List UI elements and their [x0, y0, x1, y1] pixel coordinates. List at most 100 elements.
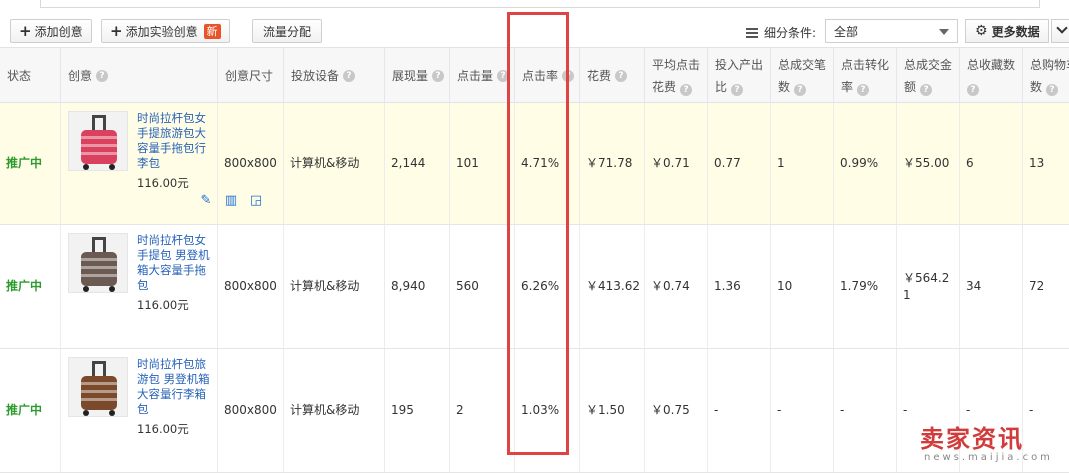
- list-icon: [746, 27, 758, 38]
- help-icon[interactable]: ?: [432, 70, 445, 82]
- status-badge: 推广中: [6, 279, 43, 293]
- cell-clicks: 101: [449, 103, 514, 224]
- cell-impressions: 2,144: [384, 103, 449, 224]
- help-icon[interactable]: ?: [967, 84, 979, 96]
- cell-gmv: ￥564.21: [896, 225, 959, 348]
- header-gmv[interactable]: 总成交金额?: [896, 48, 959, 104]
- product-thumbnail[interactable]: [68, 357, 128, 417]
- header-creative: 创意?: [60, 48, 217, 104]
- cell-cost: ￥1.50: [579, 349, 644, 472]
- add-experiment-label: 添加实验创意: [125, 24, 198, 39]
- header-size-label: 创意尺寸: [225, 69, 274, 83]
- header-size: 创意尺寸: [217, 48, 283, 104]
- header-cart-line1: 总购物车: [1030, 58, 1069, 72]
- header-orders[interactable]: 总成交笔数?: [770, 48, 833, 104]
- cell-orders: 10: [770, 225, 833, 348]
- header-clicks-label: 点击量: [457, 69, 494, 83]
- cell-orders: 1: [770, 103, 833, 224]
- cell-fav: 34: [959, 225, 1022, 348]
- cell-impressions: 195: [384, 349, 449, 472]
- plus-icon: +: [19, 21, 32, 40]
- header-impressions[interactable]: 展现量?: [384, 48, 449, 104]
- creative-cell: 时尚拉杆包旅游包 男登机箱 大容量行李箱包 116.00元: [60, 349, 217, 472]
- cell-size: 800x800: [217, 103, 283, 224]
- traffic-split-label: 流量分配: [263, 24, 312, 39]
- help-icon[interactable]: ?: [615, 70, 628, 82]
- cell-roi: 1.36: [707, 225, 770, 348]
- header-avg-cpc-line1: 平均点击: [652, 58, 701, 72]
- traffic-split-button[interactable]: 流量分配: [252, 19, 323, 43]
- product-thumbnail[interactable]: [68, 111, 128, 171]
- watermark-main: 卖家资讯: [920, 425, 1024, 453]
- help-icon[interactable]: ?: [343, 70, 356, 82]
- more-data-label: 更多数据: [991, 24, 1040, 39]
- top-strip: [0, 0, 1069, 10]
- cell-impressions: 8,940: [384, 225, 449, 348]
- caret-down-icon: [939, 29, 949, 35]
- edit-icon[interactable]: ✎: [199, 194, 213, 208]
- header-conv-line1: 点击转化: [841, 58, 890, 72]
- watermark: 卖家资讯 news.maijia.com: [920, 426, 1053, 463]
- more-data-dropdown[interactable]: [1051, 19, 1069, 43]
- header-roi-line1: 投入产出: [715, 58, 764, 72]
- header-avg-cpc[interactable]: 平均点击花费?: [644, 48, 707, 104]
- help-icon[interactable]: ?: [920, 84, 933, 96]
- cell-size: 800x800: [217, 349, 283, 472]
- cell-roi: 0.77: [707, 103, 770, 224]
- creative-price: 116.00元: [137, 298, 189, 312]
- help-icon[interactable]: ?: [857, 84, 870, 96]
- header-roi[interactable]: 投入产出比?: [707, 48, 770, 104]
- status-badge: 推广中: [6, 156, 43, 170]
- header-status: 状态: [0, 48, 60, 104]
- gear-icon: ⚙: [975, 23, 988, 39]
- help-icon[interactable]: ?: [731, 84, 744, 96]
- header-gmv-line1: 总成交金: [904, 58, 953, 72]
- header-clicks[interactable]: 点击量?: [449, 48, 514, 104]
- cell-conv: -: [833, 349, 896, 472]
- cell-roi: -: [707, 349, 770, 472]
- header-creative-label: 创意: [68, 69, 93, 83]
- filter-select[interactable]: 全部: [825, 19, 958, 43]
- header-impressions-label: 展现量: [392, 69, 429, 83]
- cell-avg-cpc: ￥0.71: [644, 103, 707, 224]
- filter-label-text: 细分条件:: [764, 26, 817, 40]
- cell-device: 计算机&移动: [283, 225, 384, 348]
- creative-title-link[interactable]: 时尚拉杆包旅游包 男登机箱 大容量行李箱包: [137, 357, 211, 417]
- cell-avg-cpc: ￥0.74: [644, 225, 707, 348]
- header-device-label: 投放设备: [291, 69, 340, 83]
- header-orders-line2: 数: [778, 80, 791, 94]
- help-icon[interactable]: ?: [1046, 84, 1059, 96]
- creative-title-link[interactable]: 时尚拉杆包女手提包 男登机箱大容量手拖包: [137, 233, 211, 293]
- creative-title-link[interactable]: 时尚拉杆包女手提旅游包大容量手拖包行李包: [137, 111, 211, 171]
- header-cart[interactable]: 总购物车数?: [1022, 48, 1069, 104]
- cell-orders: -: [770, 349, 833, 472]
- header-roi-line2: 比: [715, 80, 728, 94]
- cell-conv: 0.99%: [833, 103, 896, 224]
- header-status-label: 状态: [7, 69, 32, 83]
- watermark-sub: news.maijia.com: [924, 452, 1053, 463]
- add-experiment-creative-button[interactable]: + 添加实验创意 新: [101, 19, 230, 43]
- header-conversion[interactable]: 点击转化率?: [833, 48, 896, 104]
- cell-cart: 72: [1022, 225, 1069, 348]
- plus-icon: +: [110, 21, 123, 40]
- status-badge: 推广中: [6, 403, 43, 417]
- header-cost-label: 花费: [587, 69, 612, 83]
- help-icon[interactable]: ?: [96, 70, 109, 82]
- header-cost[interactable]: 花费?: [579, 48, 644, 104]
- header-orders-line1: 总成交笔: [778, 58, 827, 72]
- header-avg-cpc-line2: 花费: [652, 80, 677, 94]
- help-icon[interactable]: ?: [680, 84, 693, 96]
- header-favorites[interactable]: 总收藏数?: [959, 48, 1022, 104]
- chevron-down-icon: [1056, 22, 1068, 34]
- header-device: 投放设备?: [283, 48, 384, 104]
- product-thumbnail[interactable]: [68, 233, 128, 293]
- filter-select-value: 全部: [834, 24, 859, 39]
- add-creative-button[interactable]: + 添加创意: [10, 19, 92, 43]
- more-data-button[interactable]: ⚙ 更多数据: [965, 19, 1049, 43]
- add-creative-label: 添加创意: [34, 24, 83, 39]
- cell-cost: ￥71.78: [579, 103, 644, 224]
- header-conv-line2: 率: [841, 80, 854, 94]
- highlight-box: [507, 12, 569, 455]
- help-icon[interactable]: ?: [794, 84, 807, 96]
- creative-cell: 时尚拉杆包女手提旅游包大容量手拖包行李包 116.00元 ✎ ▥ ◲: [60, 103, 262, 224]
